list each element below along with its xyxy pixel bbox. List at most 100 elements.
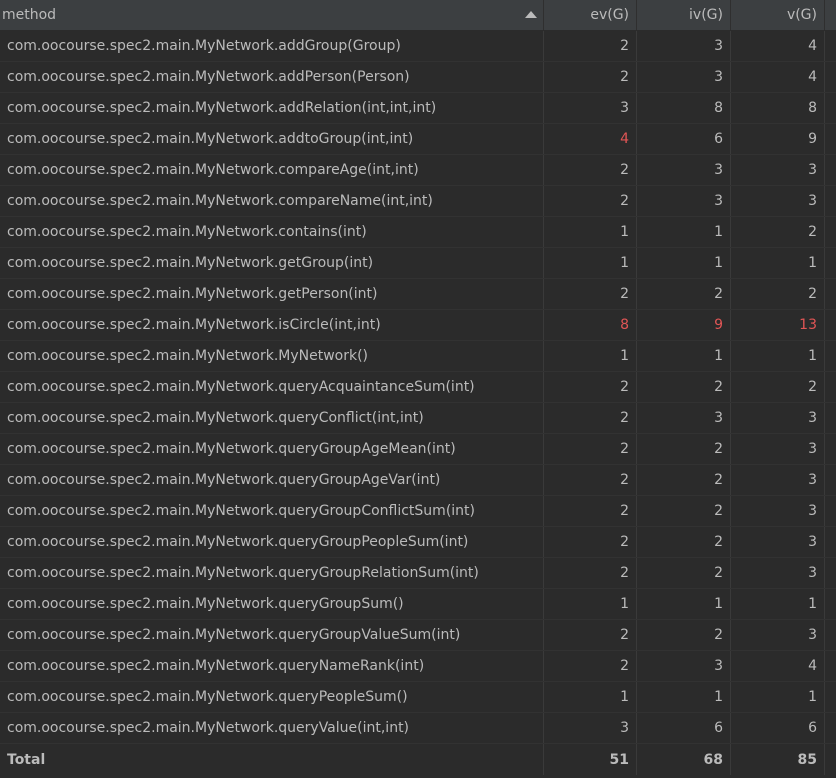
ev-cell: 2: [544, 558, 637, 588]
table-row[interactable]: com.oocourse.spec2.main.MyNetwork.queryA…: [0, 372, 836, 403]
v-cell: 1: [731, 341, 825, 371]
table-body: com.oocourse.spec2.main.MyNetwork.addGro…: [0, 31, 836, 744]
row-scroll-gutter: [825, 124, 836, 154]
row-scroll-gutter: [825, 341, 836, 371]
row-scroll-gutter: [825, 186, 836, 216]
column-header-method[interactable]: method: [0, 0, 544, 30]
metrics-table: method ev(G) iv(G) v(G) com.oocourse.spe…: [0, 0, 836, 775]
column-header-method-label: method: [2, 7, 57, 23]
v-cell: 3: [731, 434, 825, 464]
table-row[interactable]: com.oocourse.spec2.main.MyNetwork.addPer…: [0, 62, 836, 93]
row-scroll-gutter: [825, 248, 836, 278]
column-header-ev[interactable]: ev(G): [544, 0, 637, 30]
table-row[interactable]: com.oocourse.spec2.main.MyNetwork.queryV…: [0, 713, 836, 744]
v-cell: 6: [731, 713, 825, 743]
table-row[interactable]: com.oocourse.spec2.main.MyNetwork.MyNetw…: [0, 341, 836, 372]
ev-cell: 2: [544, 155, 637, 185]
table-row[interactable]: com.oocourse.spec2.main.MyNetwork.isCirc…: [0, 310, 836, 341]
v-cell: 3: [731, 186, 825, 216]
column-header-iv-label: iv(G): [689, 7, 723, 23]
iv-cell: 2: [637, 558, 731, 588]
iv-cell: 2: [637, 620, 731, 650]
v-cell: 13: [731, 310, 825, 340]
table-row[interactable]: com.oocourse.spec2.main.MyNetwork.addRel…: [0, 93, 836, 124]
ev-cell: 1: [544, 248, 637, 278]
method-cell: com.oocourse.spec2.main.MyNetwork.getGro…: [0, 248, 544, 278]
total-ev: 51: [544, 744, 637, 775]
v-cell: 3: [731, 620, 825, 650]
row-scroll-gutter: [825, 527, 836, 557]
ev-cell: 2: [544, 465, 637, 495]
table-row[interactable]: com.oocourse.spec2.main.MyNetwork.queryG…: [0, 465, 836, 496]
table-row[interactable]: com.oocourse.spec2.main.MyNetwork.getPer…: [0, 279, 836, 310]
column-header-iv[interactable]: iv(G): [637, 0, 731, 30]
table-row[interactable]: com.oocourse.spec2.main.MyNetwork.queryG…: [0, 527, 836, 558]
ev-cell: 3: [544, 713, 637, 743]
ev-cell: 1: [544, 589, 637, 619]
method-cell: com.oocourse.spec2.main.MyNetwork.queryP…: [0, 682, 544, 712]
iv-cell: 1: [637, 341, 731, 371]
ev-cell: 2: [544, 434, 637, 464]
method-cell: com.oocourse.spec2.main.MyNetwork.compar…: [0, 155, 544, 185]
iv-cell: 9: [637, 310, 731, 340]
table-row[interactable]: com.oocourse.spec2.main.MyNetwork.queryG…: [0, 434, 836, 465]
ev-cell: 1: [544, 217, 637, 247]
v-cell: 2: [731, 372, 825, 402]
iv-cell: 1: [637, 217, 731, 247]
v-cell: 9: [731, 124, 825, 154]
iv-cell: 2: [637, 434, 731, 464]
ev-cell: 1: [544, 682, 637, 712]
method-cell: com.oocourse.spec2.main.MyNetwork.queryV…: [0, 713, 544, 743]
table-row[interactable]: com.oocourse.spec2.main.MyNetwork.getGro…: [0, 248, 836, 279]
column-header-v[interactable]: v(G): [731, 0, 825, 30]
table-row[interactable]: com.oocourse.spec2.main.MyNetwork.queryG…: [0, 620, 836, 651]
method-cell: com.oocourse.spec2.main.MyNetwork.queryG…: [0, 434, 544, 464]
row-scroll-gutter: [825, 372, 836, 402]
iv-cell: 6: [637, 713, 731, 743]
table-row[interactable]: com.oocourse.spec2.main.MyNetwork.queryP…: [0, 682, 836, 713]
v-cell: 3: [731, 496, 825, 526]
table-row[interactable]: com.oocourse.spec2.main.MyNetwork.addtoG…: [0, 124, 836, 155]
method-cell: com.oocourse.spec2.main.MyNetwork.queryA…: [0, 372, 544, 402]
method-cell: com.oocourse.spec2.main.MyNetwork.queryG…: [0, 589, 544, 619]
method-cell: com.oocourse.spec2.main.MyNetwork.queryC…: [0, 403, 544, 433]
table-row[interactable]: com.oocourse.spec2.main.MyNetwork.queryC…: [0, 403, 836, 434]
v-cell: 2: [731, 217, 825, 247]
table-row[interactable]: com.oocourse.spec2.main.MyNetwork.compar…: [0, 186, 836, 217]
iv-cell: 6: [637, 124, 731, 154]
iv-cell: 2: [637, 496, 731, 526]
table-row[interactable]: com.oocourse.spec2.main.MyNetwork.queryG…: [0, 589, 836, 620]
iv-cell: 3: [637, 31, 731, 61]
method-cell: com.oocourse.spec2.main.MyNetwork.queryG…: [0, 527, 544, 557]
row-scroll-gutter: [825, 589, 836, 619]
method-cell: com.oocourse.spec2.main.MyNetwork.addRel…: [0, 93, 544, 123]
iv-cell: 3: [637, 62, 731, 92]
table-row[interactable]: com.oocourse.spec2.main.MyNetwork.queryN…: [0, 651, 836, 682]
v-cell: 1: [731, 589, 825, 619]
method-cell: com.oocourse.spec2.main.MyNetwork.getPer…: [0, 279, 544, 309]
method-cell: com.oocourse.spec2.main.MyNetwork.MyNetw…: [0, 341, 544, 371]
table-row[interactable]: com.oocourse.spec2.main.MyNetwork.compar…: [0, 155, 836, 186]
ev-cell: 8: [544, 310, 637, 340]
table-row[interactable]: com.oocourse.spec2.main.MyNetwork.contai…: [0, 217, 836, 248]
table-row[interactable]: com.oocourse.spec2.main.MyNetwork.addGro…: [0, 31, 836, 62]
row-scroll-gutter: [825, 217, 836, 247]
row-scroll-gutter: [825, 403, 836, 433]
table-row[interactable]: com.oocourse.spec2.main.MyNetwork.queryG…: [0, 558, 836, 589]
header-scroll-gutter: [825, 0, 836, 30]
table-row[interactable]: com.oocourse.spec2.main.MyNetwork.queryG…: [0, 496, 836, 527]
method-cell: com.oocourse.spec2.main.MyNetwork.queryG…: [0, 558, 544, 588]
sort-ascending-icon[interactable]: [525, 11, 537, 18]
ev-cell: 2: [544, 527, 637, 557]
ev-cell: 2: [544, 372, 637, 402]
iv-cell: 2: [637, 372, 731, 402]
row-scroll-gutter: [825, 651, 836, 681]
iv-cell: 1: [637, 589, 731, 619]
v-cell: 4: [731, 31, 825, 61]
total-row[interactable]: Total 51 68 85: [0, 744, 836, 775]
method-cell: com.oocourse.spec2.main.MyNetwork.addPer…: [0, 62, 544, 92]
ev-cell: 2: [544, 279, 637, 309]
iv-cell: 2: [637, 527, 731, 557]
method-cell: com.oocourse.spec2.main.MyNetwork.queryG…: [0, 496, 544, 526]
v-cell: 8: [731, 93, 825, 123]
